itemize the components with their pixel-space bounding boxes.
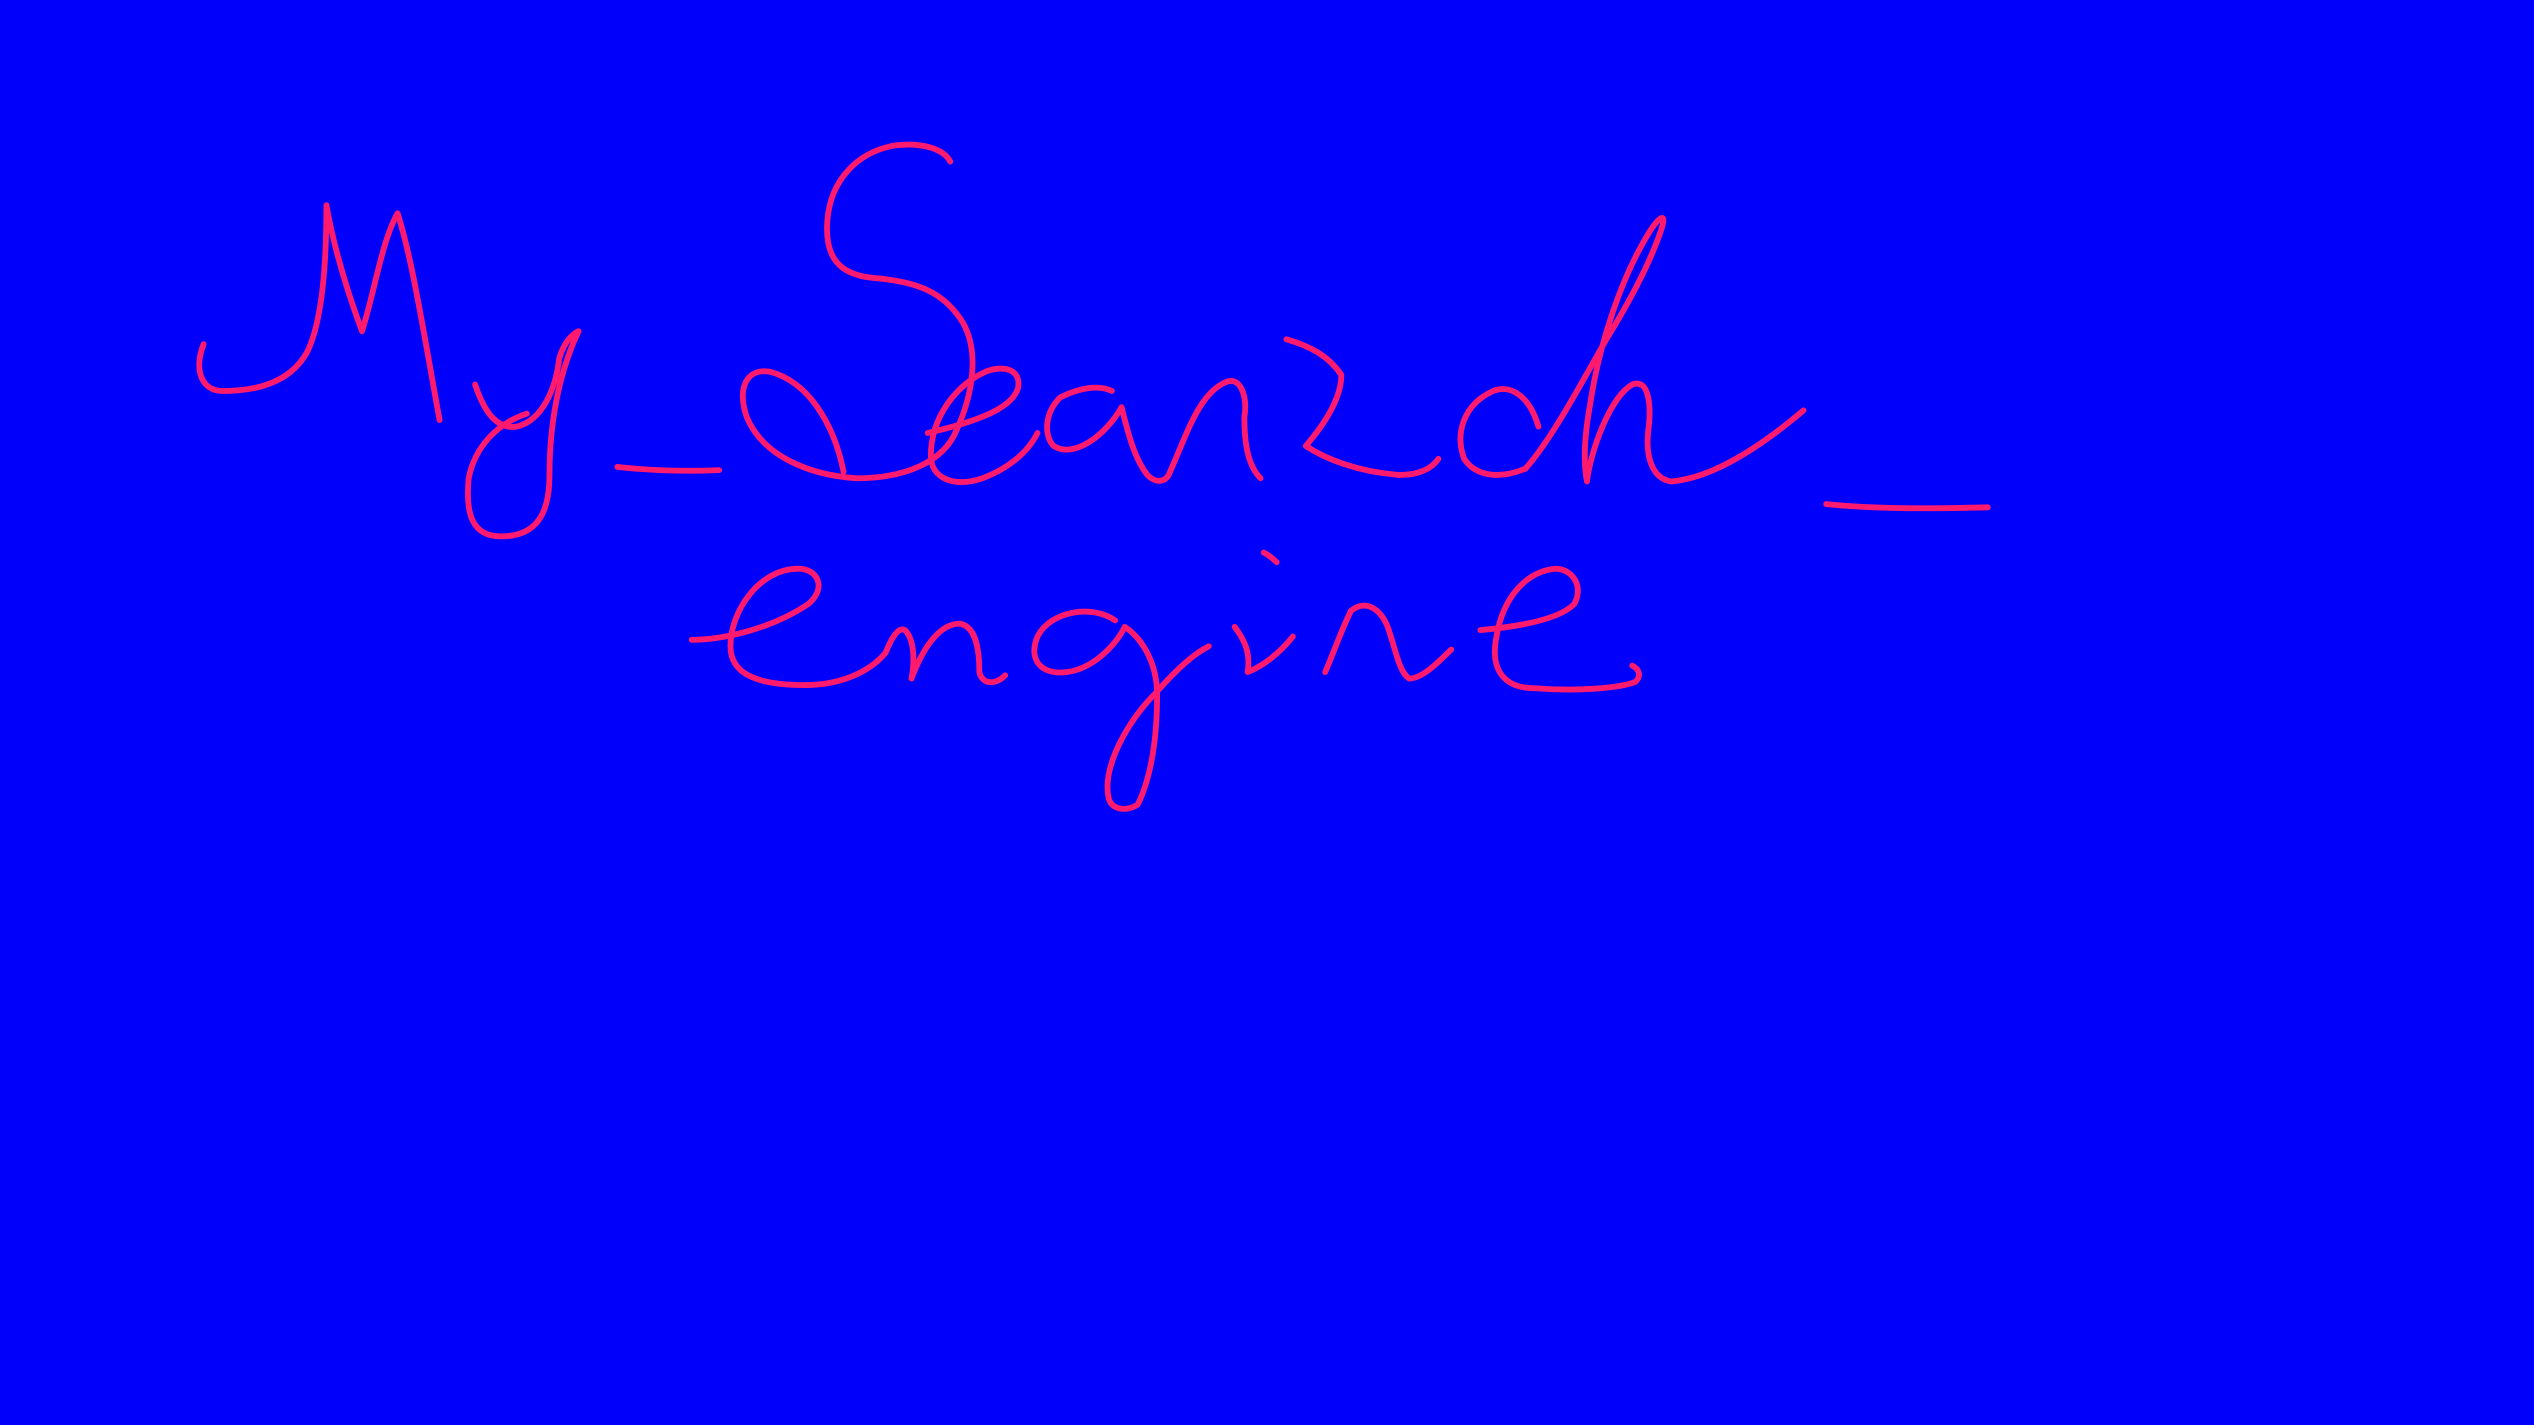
stroke-letter-g [1031, 608, 1212, 812]
stroke-letter-swash [1283, 336, 1442, 478]
handwriting-line-2 [688, 549, 1642, 812]
stroke-letter-c [1457, 386, 1542, 478]
handwriting-line-1 [196, 141, 1991, 540]
stroke-letter-r [1167, 378, 1264, 482]
stroke-letter-M [196, 202, 443, 423]
stroke-letter-e [924, 365, 1041, 485]
stroke-letter-e3 [1477, 565, 1642, 693]
stroke-i-dot [1260, 549, 1280, 566]
stroke-underscore-2 [1823, 501, 1991, 512]
stroke-underscore-1 [614, 464, 723, 474]
stroke-letter-a [1044, 384, 1173, 484]
paint-canvas[interactable] [0, 0, 2534, 1425]
handwritten-text-drawing [196, 141, 1991, 812]
stroke-letter-i [1231, 623, 1296, 676]
stroke-letter-e2 [688, 565, 889, 688]
stroke-letter-n [882, 620, 1009, 686]
stroke-letter-y [465, 328, 582, 540]
stroke-letter-n2 [1322, 602, 1455, 682]
stroke-letter-h [1522, 215, 1807, 485]
